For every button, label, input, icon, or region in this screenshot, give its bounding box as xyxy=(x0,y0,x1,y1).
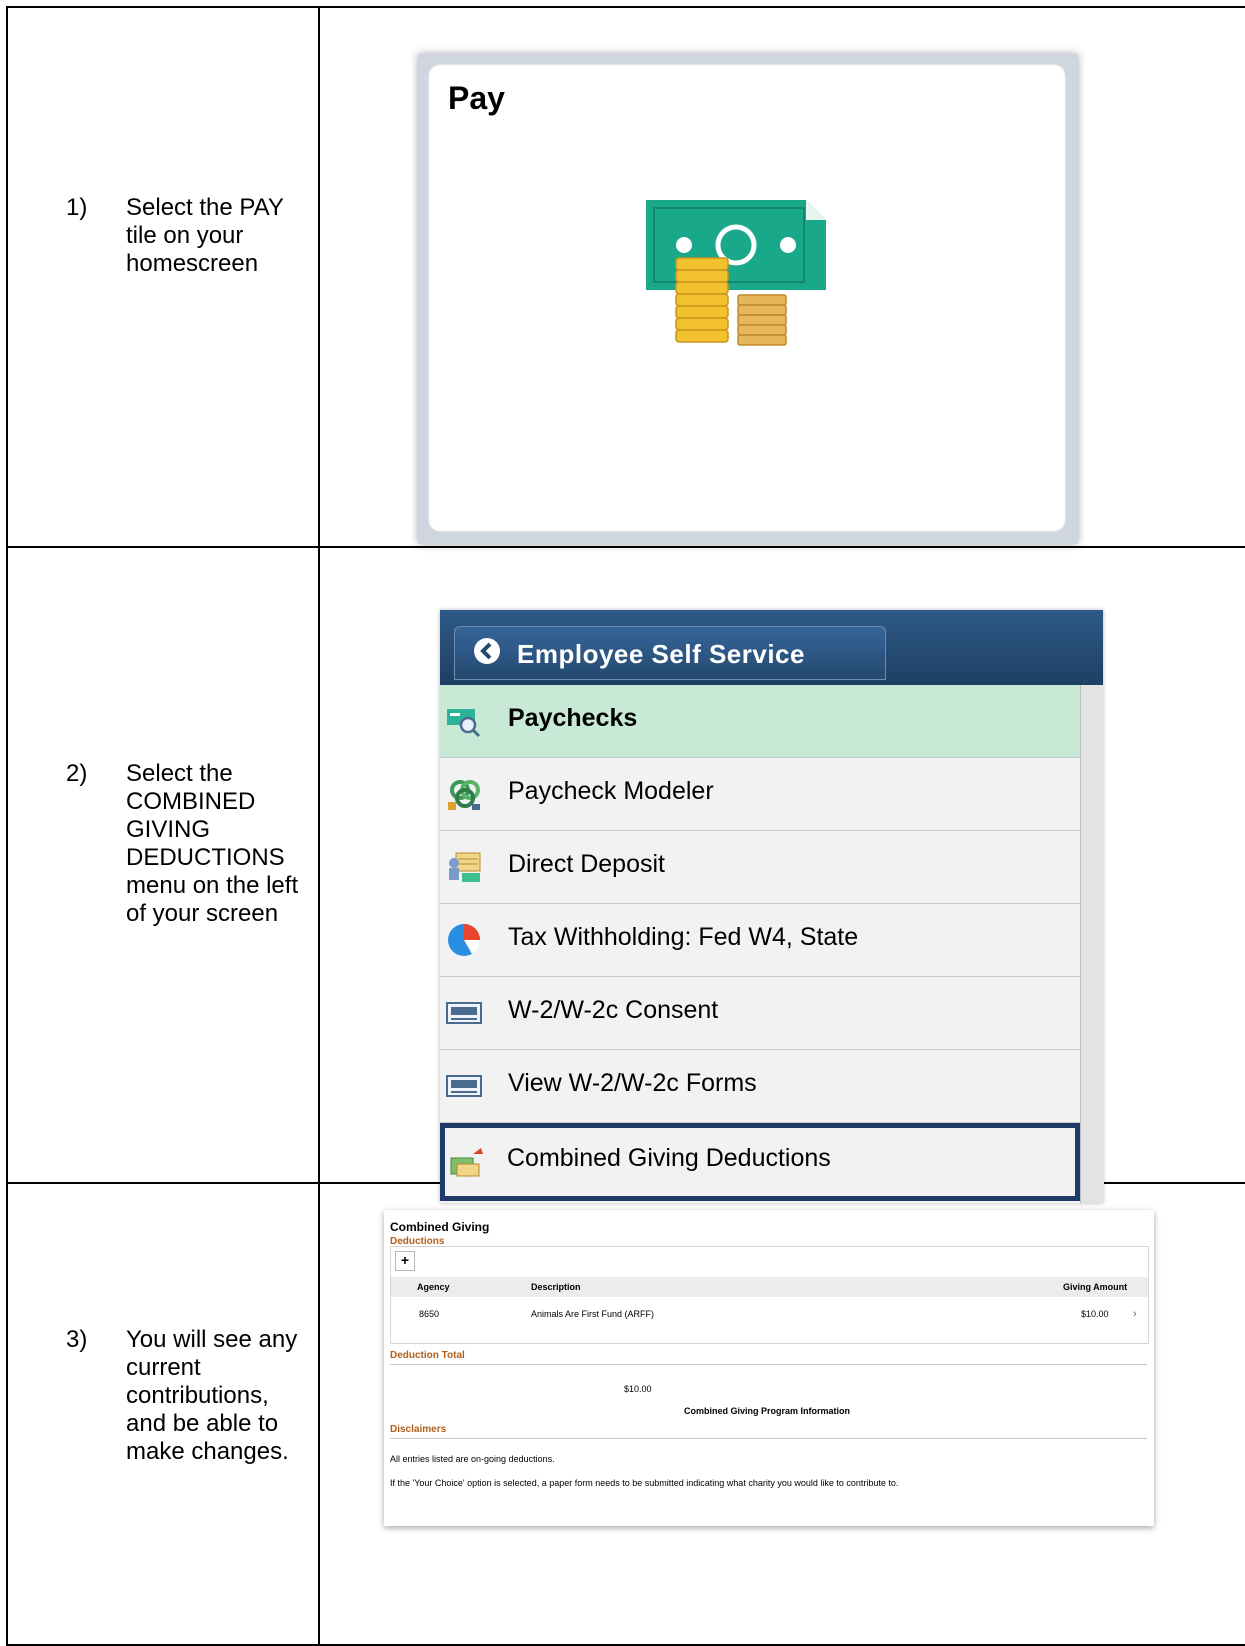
menu-item-label: Tax Withholding: Fed W4, State xyxy=(508,923,859,951)
column-header-description: Description xyxy=(531,1282,581,1292)
menu-item-label: W-2/W-2c Consent xyxy=(508,996,719,1024)
disclaimer-text: If the 'Your Choice' option is selected,… xyxy=(390,1478,899,1488)
page-title: Combined Giving xyxy=(390,1220,490,1234)
menu-item-paycheck-modeler[interactable]: Paycheck Modeler xyxy=(440,758,1080,831)
menu-scrollbar[interactable] xyxy=(1080,685,1104,1203)
direct-deposit-icon xyxy=(449,852,481,882)
step-number: 3) xyxy=(66,1326,88,1353)
combined-giving-screenshot: Combined Giving Deductions + Agency Desc… xyxy=(384,1210,1154,1526)
menu-item-paychecks[interactable]: Paychecks xyxy=(440,685,1080,758)
pay-tile[interactable]: Pay xyxy=(428,64,1066,532)
ess-header: Employee Self Service xyxy=(440,610,1103,685)
menu-item-view-w2-forms[interactable]: View W-2/W-2c Forms xyxy=(440,1050,1080,1123)
ess-back-label: Employee Self Service xyxy=(517,639,805,669)
w2-form-icon xyxy=(446,1075,482,1097)
deduction-total-heading: Deduction Total xyxy=(390,1350,465,1361)
amount-cell: $10.00 xyxy=(1081,1309,1109,1319)
step-text: You will see any current contributions, … xyxy=(126,1326,298,1465)
ess-menu-list: Paychecks Paycheck Modeler Direct Deposi… xyxy=(440,685,1080,1201)
money-coins-icon xyxy=(646,200,826,346)
step-text: Select the COMBINED GIVING DEDUCTIONS me… xyxy=(126,760,299,927)
menu-item-label: Paychecks xyxy=(508,704,638,732)
deduction-total-value: $10.00 xyxy=(624,1384,652,1394)
disclaimers-heading: Disclaimers xyxy=(390,1424,447,1435)
menu-item-label: Paycheck Modeler xyxy=(508,777,714,805)
menu-item-label: View W-2/W-2c Forms xyxy=(508,1069,757,1097)
program-information-link[interactable]: Combined Giving Program Information xyxy=(684,1406,850,1416)
ess-back-button[interactable]: Employee Self Service xyxy=(454,626,886,680)
pie-chart-icon xyxy=(448,924,481,956)
description-cell: Animals Are First Fund (ARFF) xyxy=(531,1309,655,1319)
menu-item-tax-withholding[interactable]: Tax Withholding: Fed W4, State xyxy=(440,904,1080,977)
modeler-icon xyxy=(448,780,480,810)
pay-tile-title: Pay xyxy=(448,80,505,116)
step-number: 2) xyxy=(66,760,88,787)
w2-form-icon xyxy=(446,1002,482,1024)
divider xyxy=(390,1364,1147,1365)
menu-item-combined-giving-deductions[interactable]: Combined Giving Deductions xyxy=(440,1123,1080,1201)
table-row[interactable]: 8650 Animals Are First Fund (ARFF) $10.0… xyxy=(391,1301,1148,1327)
step-number: 1) xyxy=(66,194,88,221)
step-text: Select the PAY tile on your homescreen xyxy=(126,194,284,277)
menu-item-label: Combined Giving Deductions xyxy=(507,1144,831,1172)
paycheck-search-icon xyxy=(447,709,481,738)
ess-menu-screenshot: Employee Self Service Paychecks Paycheck… xyxy=(440,610,1104,1203)
menu-item-label: Direct Deposit xyxy=(508,850,665,878)
menu-item-w2-consent[interactable]: W-2/W-2c Consent xyxy=(440,977,1080,1050)
agency-cell: 8650 xyxy=(419,1309,440,1319)
chevron-left-icon xyxy=(474,638,500,664)
add-deduction-button[interactable]: + xyxy=(395,1251,415,1271)
grid-header: Agency Description Giving Amount xyxy=(391,1277,1148,1297)
pay-tile-screenshot: Pay xyxy=(418,54,1078,544)
column-header-giving-amount: Giving Amount xyxy=(1063,1282,1128,1292)
disclaimer-text: All entries listed are on-going deductio… xyxy=(390,1454,555,1464)
deductions-grid: + Agency Description Giving Amount 8650 … xyxy=(390,1246,1149,1344)
menu-item-direct-deposit[interactable]: Direct Deposit xyxy=(440,831,1080,904)
column-header-agency: Agency xyxy=(417,1282,450,1292)
giving-icon xyxy=(450,1148,483,1177)
chevron-right-icon: › xyxy=(1133,1308,1137,1320)
divider xyxy=(390,1438,1147,1439)
